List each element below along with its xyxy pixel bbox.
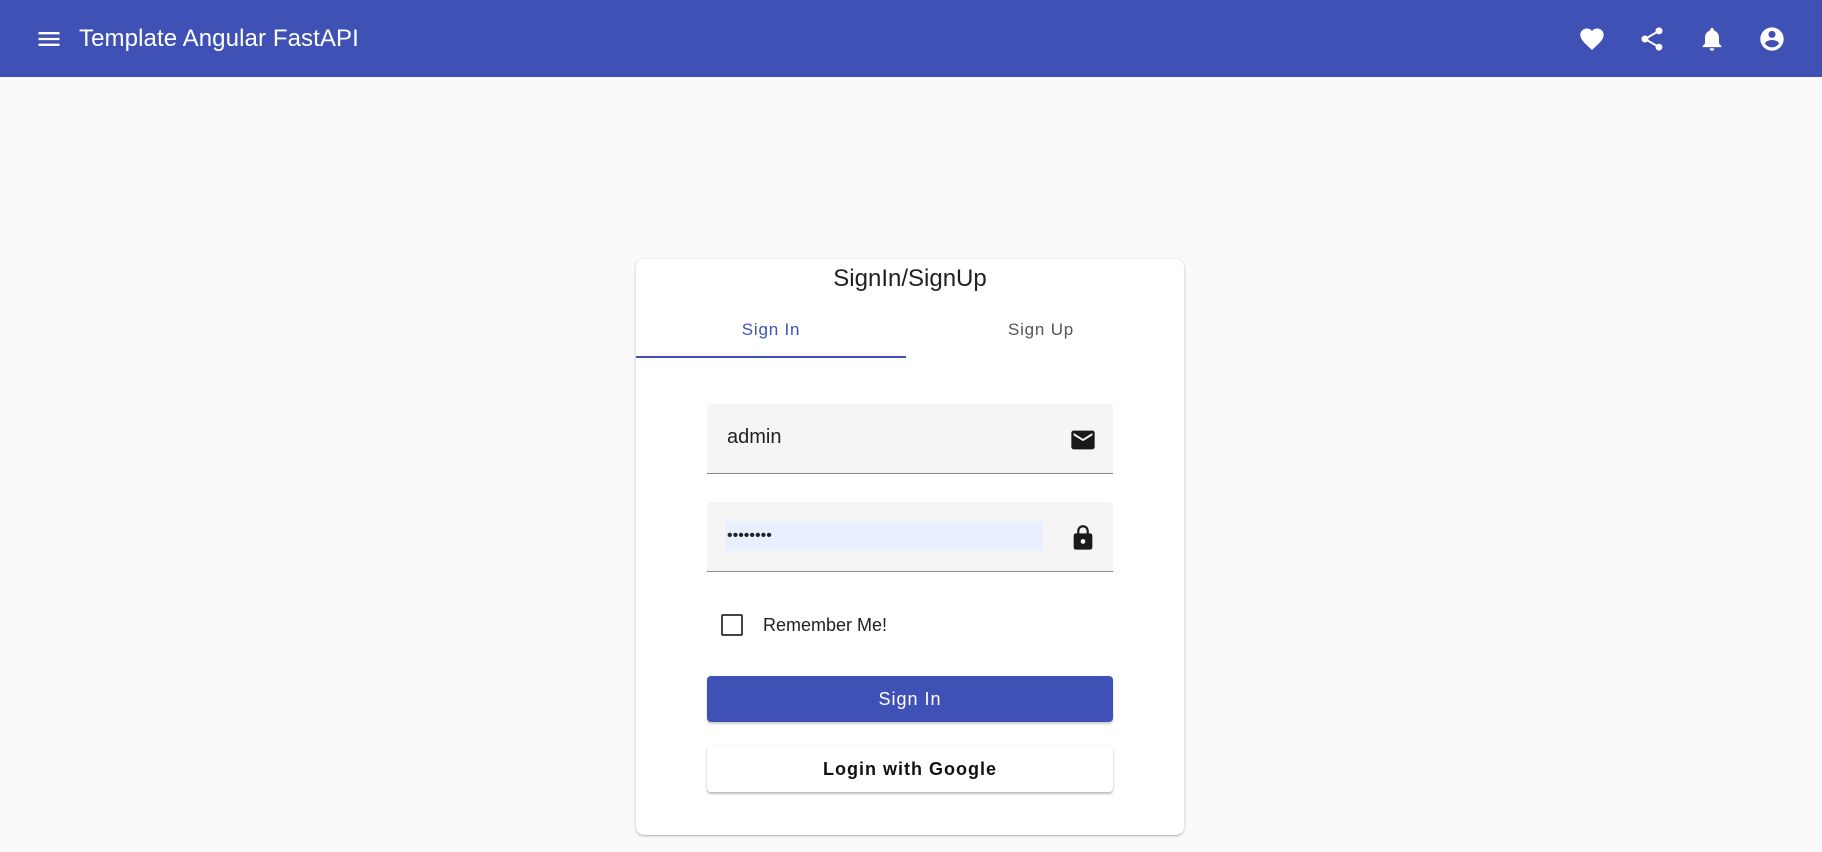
menu-icon[interactable] xyxy=(29,19,69,59)
account-circle-icon[interactable] xyxy=(1752,19,1792,59)
auth-tabs: Sign In Sign Up xyxy=(636,302,1184,358)
password-value[interactable]: •••••••• xyxy=(725,521,1043,551)
google-login-button[interactable]: Login with Google xyxy=(707,746,1113,792)
password-field[interactable]: •••••••• xyxy=(707,502,1113,572)
auth-card: SignIn/SignUp Sign In Sign Up admin ••••… xyxy=(636,259,1184,835)
share-icon[interactable] xyxy=(1632,19,1672,59)
lock-icon xyxy=(1069,524,1097,552)
sign-in-button[interactable]: Sign In xyxy=(707,676,1113,722)
tab-sign-in[interactable]: Sign In xyxy=(636,302,906,358)
mail-icon xyxy=(1069,426,1097,454)
remember-label: Remember Me! xyxy=(763,614,888,635)
email-field[interactable]: admin xyxy=(707,404,1113,474)
app-title: Template Angular FastAPI xyxy=(79,24,359,52)
tab-sign-up[interactable]: Sign Up xyxy=(906,302,1176,358)
card-title: SignIn/SignUp xyxy=(833,265,987,292)
favorite-icon[interactable] xyxy=(1572,19,1612,59)
email-value[interactable]: admin xyxy=(727,426,781,449)
remember-checkbox[interactable] xyxy=(721,614,743,636)
top-toolbar: Template Angular FastAPI xyxy=(0,0,1822,77)
notifications-icon[interactable] xyxy=(1692,19,1732,59)
remember-me[interactable]: Remember Me! xyxy=(721,614,887,636)
